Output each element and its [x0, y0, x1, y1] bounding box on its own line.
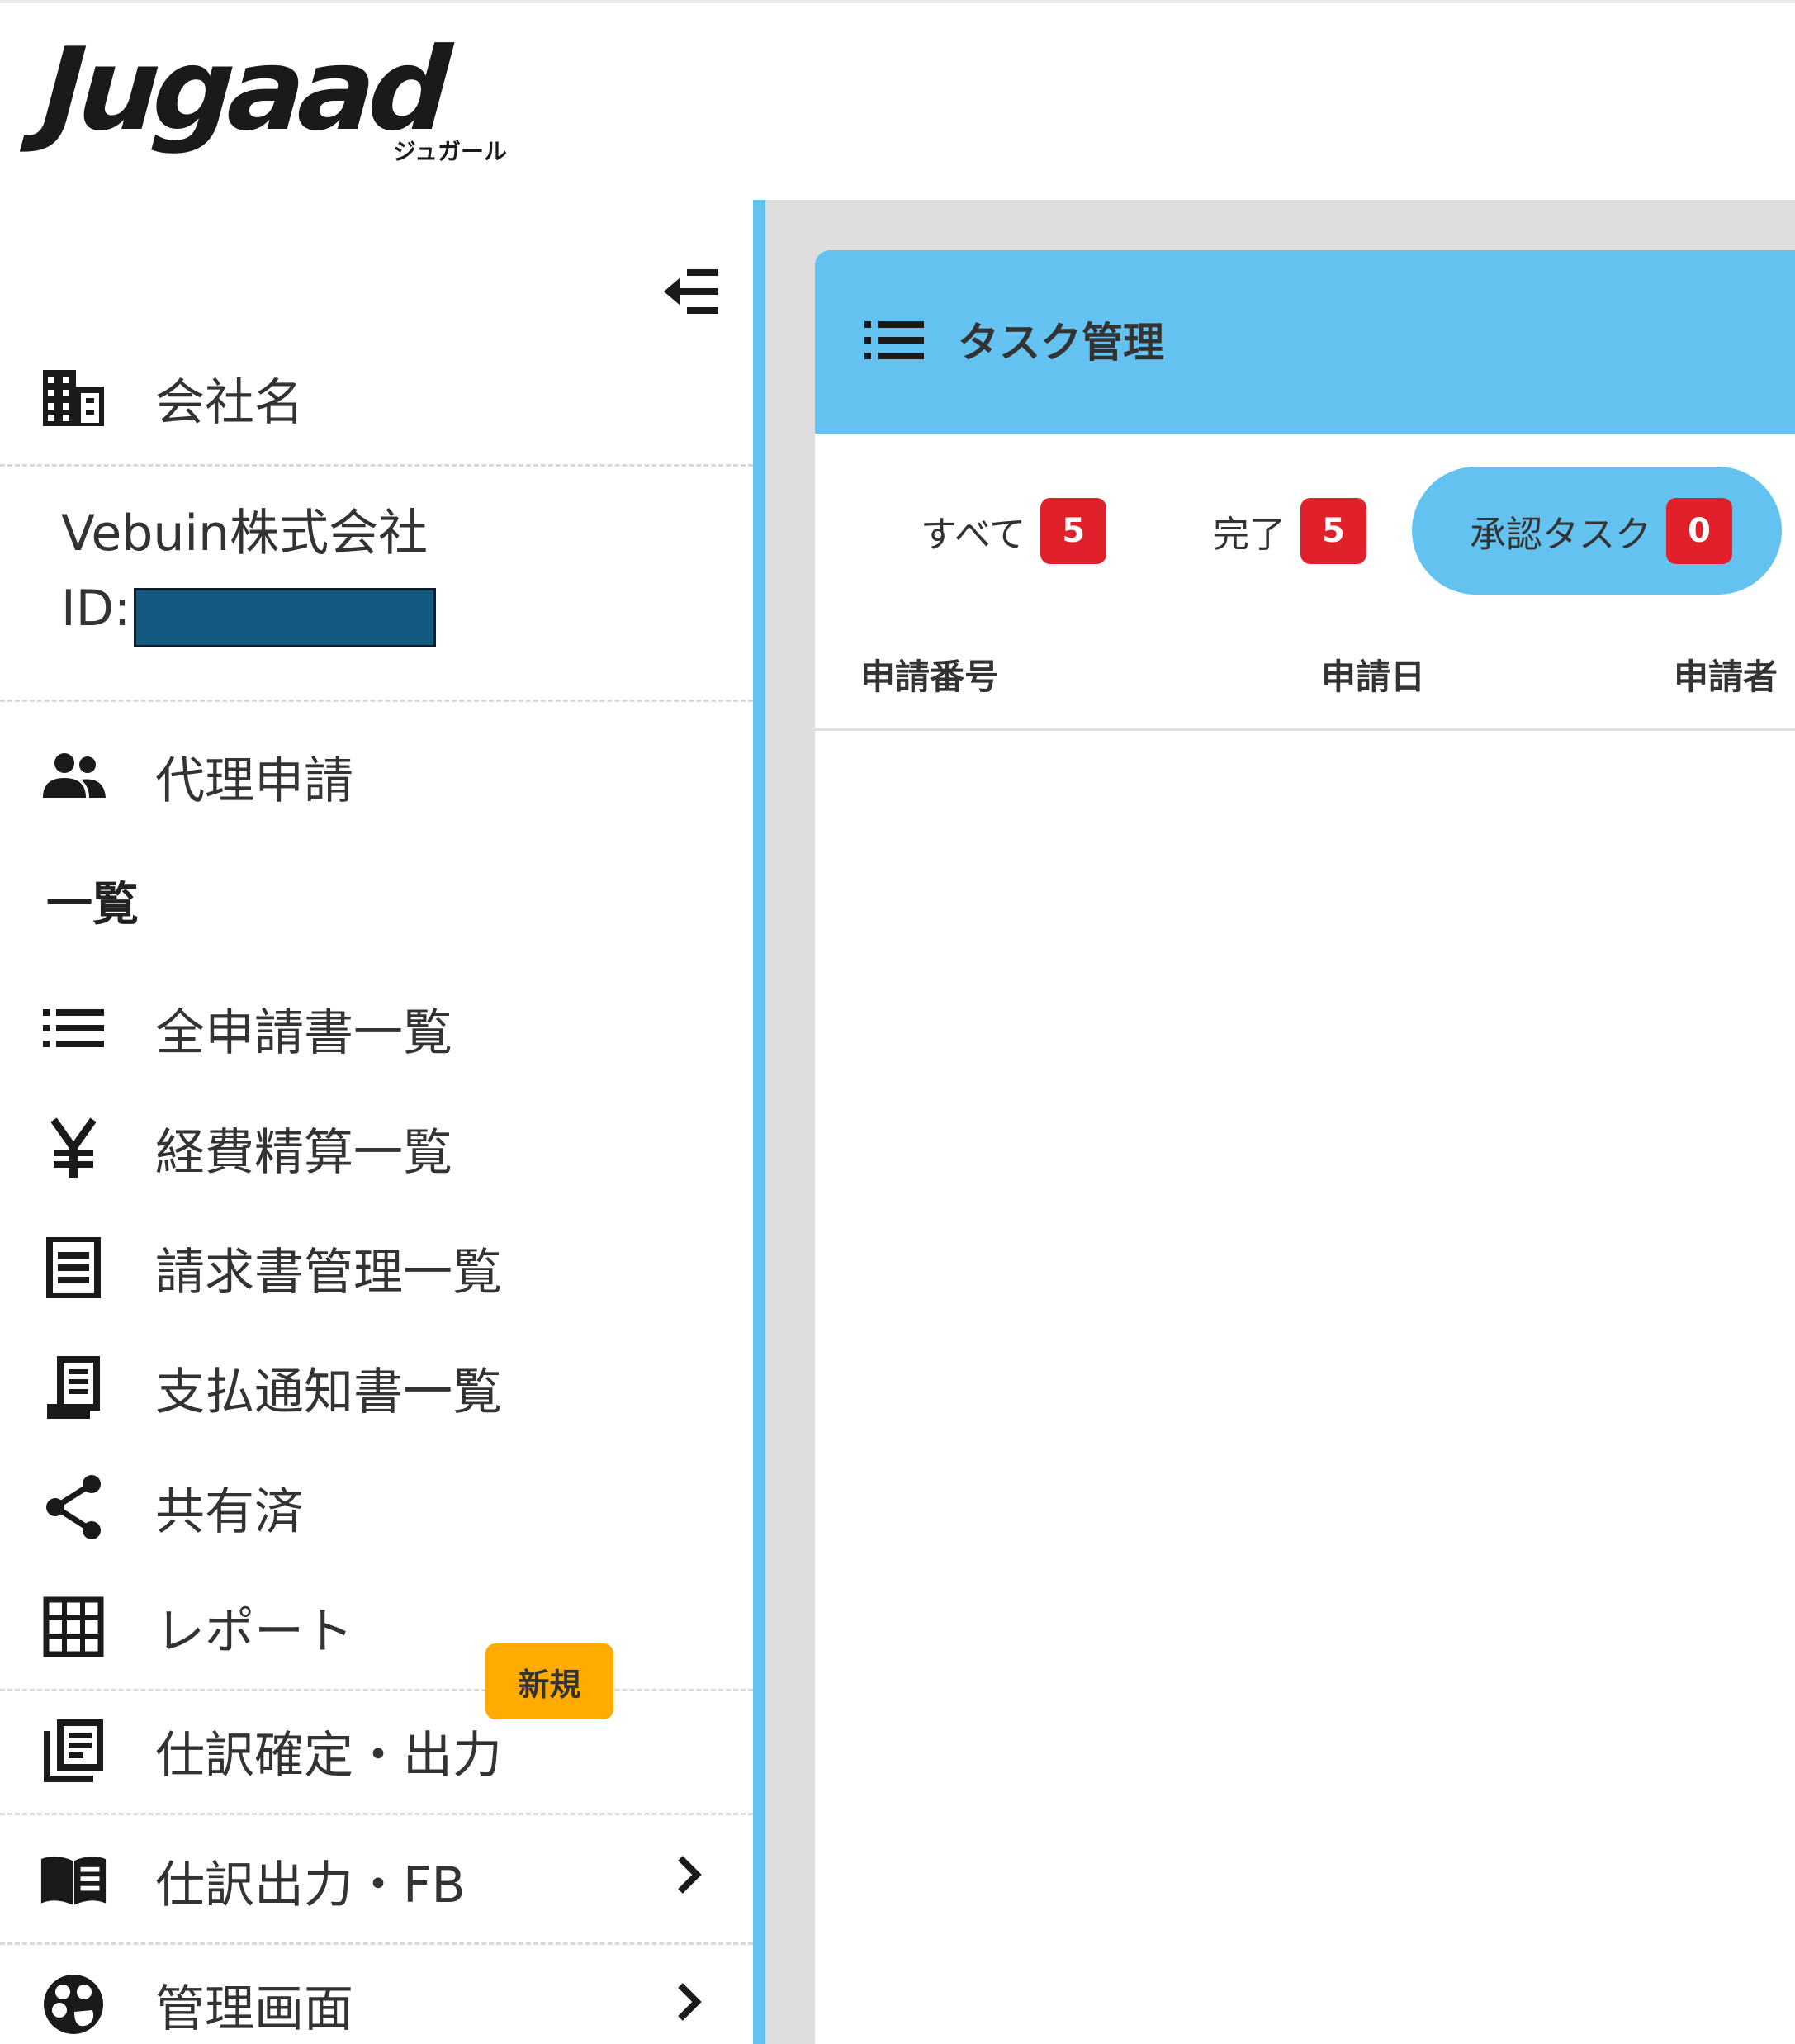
people-icon	[40, 742, 107, 810]
column-header[interactable]: 申請者	[1674, 632, 1778, 723]
tab-count-badge: 5	[1300, 497, 1366, 564]
tab-count-badge: 5	[1040, 497, 1107, 564]
sidebar-item-label: 共有済	[155, 1482, 304, 1541]
sidebar-item-journal-output-fb[interactable]: 仕訳出力・FB	[0, 1831, 753, 1930]
company-label: 会社名	[155, 373, 304, 432]
book-icon	[40, 1847, 107, 1914]
company-id-redacted	[134, 588, 436, 647]
sidebar: 会社名 Vebuin株式会社 ID: 代理申請 一覧 全申請書一覧 経費精算一覧…	[0, 200, 753, 2044]
sidebar-item-shared[interactable]: 共有済	[0, 1458, 753, 1557]
column-header[interactable]: 申請番号	[860, 632, 999, 723]
panel-title: タスク管理	[958, 319, 1164, 367]
column-header[interactable]: 申請日	[1321, 632, 1425, 723]
sidebar-item-label: レポート	[155, 1602, 353, 1661]
tab-approval-tasks[interactable]: 承認タスク 0	[1412, 467, 1782, 595]
sidebar-item-label: 代理申請	[155, 752, 353, 810]
divider	[0, 700, 753, 702]
divider	[0, 1813, 753, 1815]
sidebar-item-proxy-application[interactable]: 代理申請	[0, 727, 753, 826]
sidebar-item-expense-list[interactable]: 経費精算一覧	[0, 1098, 753, 1197]
tab-count-badge: 0	[1666, 497, 1732, 564]
sidebar-item-invoice-list[interactable]: 請求書管理一覧	[0, 1218, 753, 1317]
tab-label: 承認タスク	[1470, 513, 1651, 556]
sidebar-item-label: 仕訳出力・FB	[155, 1856, 466, 1914]
tab-label: すべて	[921, 513, 1026, 556]
divider	[0, 464, 753, 467]
logo-wordmark: Jugaad	[38, 23, 449, 156]
sidebar-item-admin[interactable]: 管理画面	[0, 1955, 753, 2044]
company-heading: 会社名	[0, 349, 753, 448]
yen-icon	[40, 1114, 107, 1182]
sidebar-item-journal-confirm[interactable]: 仕訳確定・出力	[0, 1701, 753, 1800]
sidebar-item-label: 支払通知書一覧	[155, 1363, 502, 1421]
sidebar-edge	[753, 200, 765, 2044]
sidebar-item-all-applications[interactable]: 全申請書一覧	[0, 979, 753, 1078]
panel-header: タスク管理	[815, 250, 1795, 434]
list-icon	[864, 321, 924, 363]
sidebar-item-label: 仕訳確定・出力	[155, 1726, 502, 1785]
divider	[0, 1689, 753, 1691]
list-icon	[40, 994, 107, 1062]
receipt-icon	[40, 1234, 107, 1302]
section-title-list: 一覧	[46, 878, 139, 932]
company-id-label: ID:	[61, 580, 131, 638]
chevron-right-icon[interactable]	[669, 1977, 710, 2027]
tab-all[interactable]: すべて 5	[921, 467, 1107, 595]
new-badge: 新規	[485, 1643, 613, 1719]
journal-icon	[40, 1717, 107, 1785]
app-header: Jugaad ジュガール	[0, 3, 1795, 200]
sidebar-item-label: 経費精算一覧	[155, 1123, 452, 1182]
sidebar-item-label: 全申請書一覧	[155, 1003, 452, 1062]
tab-completed[interactable]: 完了 5	[1213, 467, 1366, 595]
table-header: 申請番号 申請日 申請者	[815, 632, 1795, 731]
notice-icon	[40, 1354, 107, 1421]
app-logo[interactable]: Jugaad ジュガール	[38, 23, 514, 173]
sidebar-item-report[interactable]: レポート	[0, 1577, 753, 1676]
divider	[0, 1942, 753, 1945]
sidebar-item-label: 管理画面	[155, 1980, 353, 2038]
admin-palette-icon	[40, 1970, 107, 2038]
chevron-right-icon[interactable]	[669, 1850, 710, 1899]
share-icon	[40, 1473, 107, 1541]
building-icon	[40, 364, 107, 432]
tab-label: 完了	[1213, 513, 1286, 556]
task-management-panel: タスク管理 すべて 5 完了 5 承認タスク 0 申請番号 申請日 申請者	[815, 250, 1795, 2044]
collapse-sidebar-button[interactable]	[661, 261, 722, 322]
sidebar-item-payment-notice-list[interactable]: 支払通知書一覧	[0, 1338, 753, 1437]
company-name: Vebuin株式会社	[61, 505, 429, 562]
collapse-menu-icon	[664, 269, 718, 314]
sidebar-item-label: 請求書管理一覧	[155, 1243, 502, 1302]
grid-icon	[40, 1593, 107, 1661]
logo-subtext: ジュガール	[392, 138, 507, 165]
